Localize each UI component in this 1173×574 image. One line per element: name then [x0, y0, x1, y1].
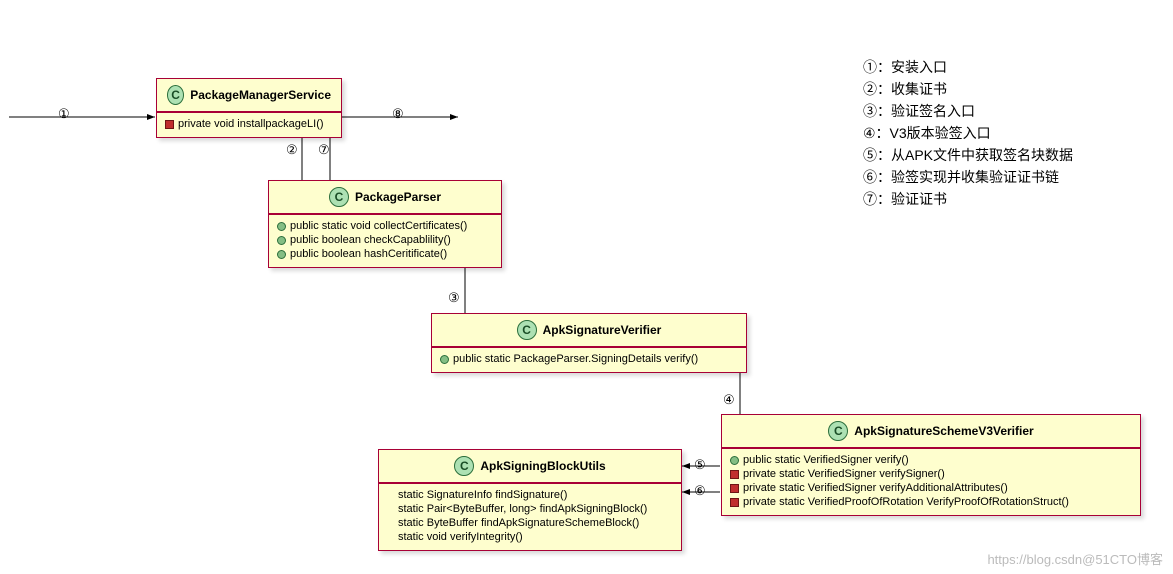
class-title: C ApkSigningBlockUtils: [379, 450, 681, 483]
class-title: C PackageManagerService: [157, 79, 341, 112]
member: private static VerifiedSigner verifyAddi…: [730, 481, 1132, 495]
class-icon: C: [167, 85, 184, 105]
visibility-private-icon: [730, 498, 739, 507]
edge-label-5: ⑤: [694, 457, 706, 473]
member: public static PackageParser.SigningDetai…: [440, 352, 738, 366]
member: public boolean hashCeritificate(): [277, 247, 493, 261]
class-packageparser: C PackageParser public static void colle…: [268, 180, 502, 268]
class-name: PackageManagerService: [190, 88, 331, 102]
member: public static void collectCertificates(): [277, 219, 493, 233]
legend-item: ⑦：验证证书: [863, 188, 1073, 210]
legend-item: ⑥：验签实现并收集验证证书链: [863, 166, 1073, 188]
visibility-public-icon: [440, 355, 449, 364]
member: static ByteBuffer findApkSignatureScheme…: [387, 516, 673, 530]
visibility-private-icon: [165, 120, 174, 129]
class-apksignatureverifier: C ApkSignatureVerifier public static Pac…: [431, 313, 747, 373]
visibility-public-icon: [730, 456, 739, 465]
edge-label-2: ②: [286, 142, 298, 158]
visibility-default-icon: [387, 534, 394, 541]
edge-label-1: ①: [58, 106, 70, 122]
member: static Pair<ByteBuffer, long> findApkSig…: [387, 502, 673, 516]
class-icon: C: [517, 320, 537, 340]
watermark: https://blog.csdn@51CTO博客: [987, 549, 1163, 568]
visibility-private-icon: [730, 470, 739, 479]
legend-item: ⑤：从APK文件中获取签名块数据: [863, 144, 1073, 166]
class-title: C PackageParser: [269, 181, 501, 214]
class-name: ApkSignatureVerifier: [543, 323, 662, 337]
class-apksignatureschemev3verifier: C ApkSignatureSchemeV3Verifier public st…: [721, 414, 1141, 516]
class-title: C ApkSignatureVerifier: [432, 314, 746, 347]
visibility-default-icon: [387, 492, 394, 499]
edge-label-4: ④: [723, 392, 735, 408]
class-icon: C: [329, 187, 349, 207]
legend-item: ②：收集证书: [863, 78, 1073, 100]
legend-item: ①：安装入口: [863, 56, 1073, 78]
legend-item: ③：验证签名入口: [863, 100, 1073, 122]
member: public boolean checkCapablility(): [277, 233, 493, 247]
visibility-public-icon: [277, 222, 286, 231]
class-name: ApkSignatureSchemeV3Verifier: [854, 424, 1033, 438]
legend-item: ④：V3版本验签入口: [863, 122, 1073, 144]
member: private void installpackageLI(): [165, 117, 333, 131]
member: static void verifyIntegrity(): [387, 530, 673, 544]
edge-label-8: ⑧: [392, 106, 404, 122]
class-packagemanagerservice: C PackageManagerService private void ins…: [156, 78, 342, 138]
edge-label-3: ③: [448, 290, 460, 306]
member: private static VerifiedProofOfRotation V…: [730, 495, 1132, 509]
edge-label-6: ⑥: [694, 483, 706, 499]
class-title: C ApkSignatureSchemeV3Verifier: [722, 415, 1140, 448]
visibility-default-icon: [387, 520, 394, 527]
member: static SignatureInfo findSignature(): [387, 488, 673, 502]
visibility-default-icon: [387, 506, 394, 513]
member: private static VerifiedSigner verifySign…: [730, 467, 1132, 481]
member: public static VerifiedSigner verify(): [730, 453, 1132, 467]
visibility-private-icon: [730, 484, 739, 493]
visibility-public-icon: [277, 250, 286, 259]
legend: ①：安装入口 ②：收集证书 ③：验证签名入口 ④：V3版本验签入口 ⑤：从APK…: [863, 56, 1073, 210]
class-icon: C: [828, 421, 848, 441]
class-name: ApkSigningBlockUtils: [480, 459, 605, 473]
visibility-public-icon: [277, 236, 286, 245]
class-apksigningblockutils: C ApkSigningBlockUtils static SignatureI…: [378, 449, 682, 551]
edge-label-7: ⑦: [318, 142, 330, 158]
class-name: PackageParser: [355, 190, 441, 204]
class-icon: C: [454, 456, 474, 476]
